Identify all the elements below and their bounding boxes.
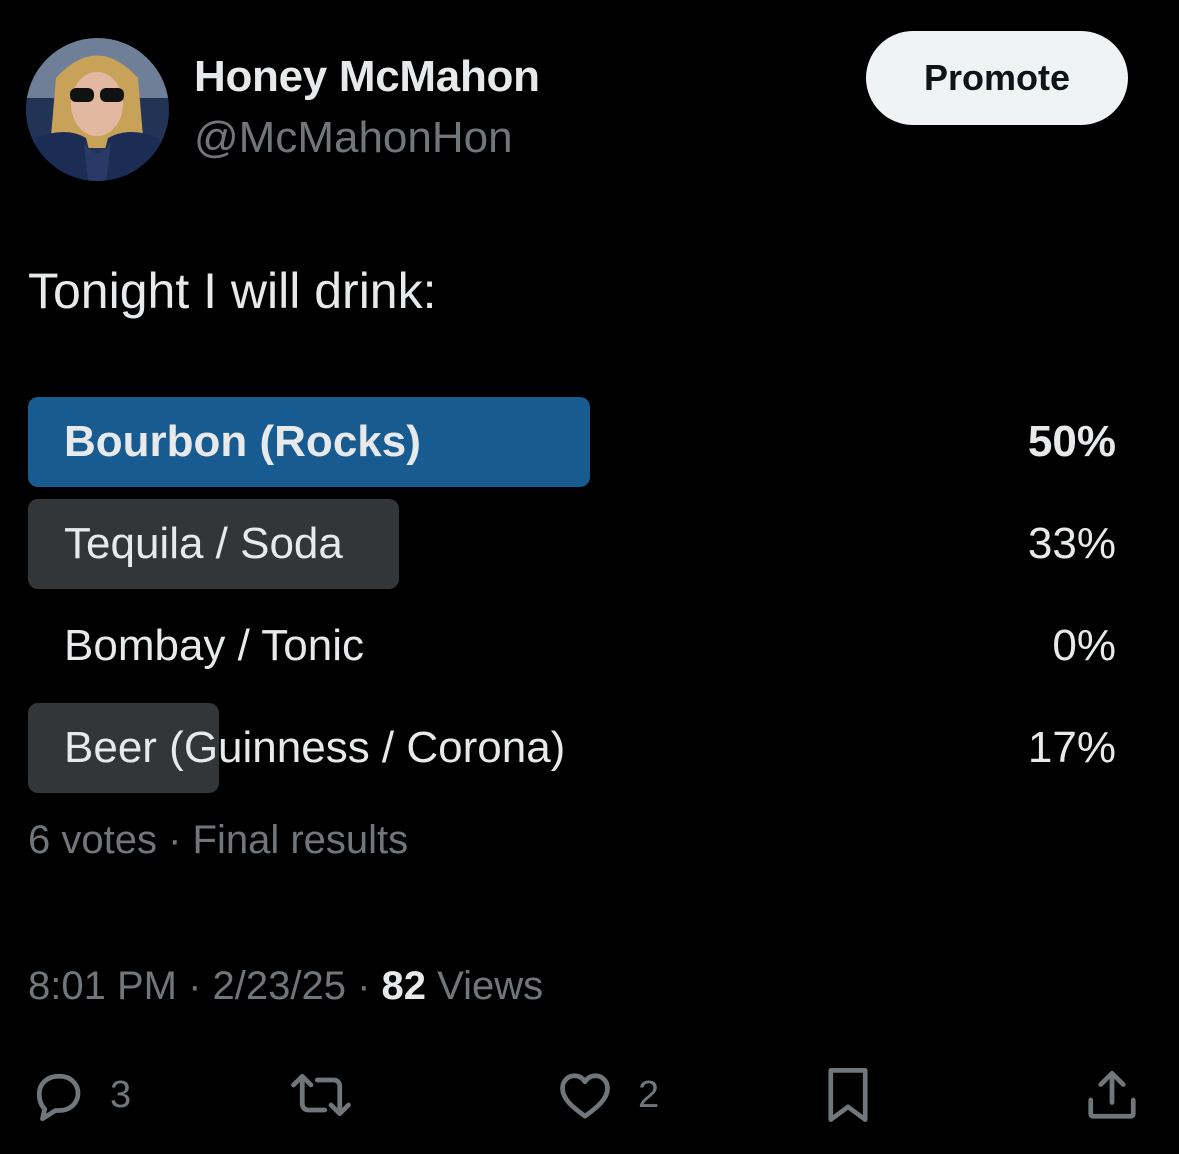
tweet-text: Tonight I will drink: xyxy=(28,263,437,319)
separator: · xyxy=(345,964,382,1008)
poll-votes: 6 votes xyxy=(28,818,157,862)
poll-option: Beer (Guinness / Corona) 17% xyxy=(28,703,1116,793)
reply-icon xyxy=(28,1065,88,1125)
bookmark-button[interactable] xyxy=(818,1060,878,1130)
poll-meta: 6 votes · Final results xyxy=(28,818,408,863)
poll-option-percent: 50% xyxy=(1027,417,1116,466)
like-button[interactable]: 2 xyxy=(554,1060,659,1130)
views-label: Views xyxy=(426,964,544,1008)
reply-count: 3 xyxy=(110,1073,132,1116)
retweet-icon xyxy=(286,1065,356,1125)
promote-button[interactable]: Promote xyxy=(866,31,1128,125)
separator: · xyxy=(156,818,193,862)
poll-option-percent: 0% xyxy=(1052,621,1116,670)
tweet-timestamp: 8:01 PM · 2/23/25 · 82 Views xyxy=(28,964,543,1009)
separator: · xyxy=(176,964,213,1008)
poll-option-percent: 17% xyxy=(1027,723,1116,772)
bookmark-icon xyxy=(818,1063,878,1127)
share-icon xyxy=(1082,1065,1142,1125)
retweet-button[interactable] xyxy=(286,1060,356,1130)
poll-option-label: Beer (Guinness / Corona) xyxy=(64,723,566,772)
tweet-time[interactable]: 8:01 PM xyxy=(28,964,177,1008)
poll-option: Bourbon (Rocks) 50% xyxy=(28,397,1116,487)
poll-option: Bombay / Tonic 0% xyxy=(28,601,1116,691)
avatar[interactable] xyxy=(26,38,169,181)
like-count: 2 xyxy=(638,1073,660,1116)
user-handle[interactable]: @McMahonHon xyxy=(194,113,513,163)
views-count: 82 xyxy=(381,964,427,1008)
poll-option-label: Bourbon (Rocks) xyxy=(64,417,421,466)
poll-option-label: Bombay / Tonic xyxy=(64,621,365,670)
tweet-date[interactable]: 2/23/25 xyxy=(213,964,346,1008)
poll-option-percent: 33% xyxy=(1027,519,1116,568)
poll-option: Tequila / Soda 33% xyxy=(28,499,1116,589)
reply-button[interactable]: 3 xyxy=(28,1060,131,1130)
share-button[interactable] xyxy=(1082,1060,1142,1130)
display-name[interactable]: Honey McMahon xyxy=(194,52,540,102)
poll-status: Final results xyxy=(192,818,409,862)
like-icon xyxy=(554,1065,616,1125)
poll-option-label: Tequila / Soda xyxy=(64,519,343,568)
